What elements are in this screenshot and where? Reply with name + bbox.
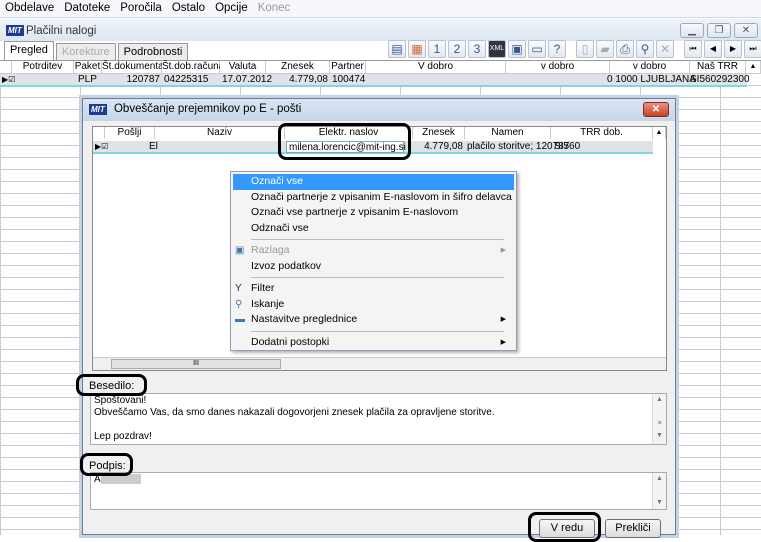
- col-valuta[interactable]: Valuta: [220, 61, 266, 73]
- view-1-button[interactable]: 1: [428, 40, 446, 58]
- filter-icon: Y: [235, 283, 242, 294]
- report-icon[interactable]: ▦: [408, 40, 426, 58]
- context-menu: Označi vse Označi partnerje z vpisanim E…: [230, 171, 517, 351]
- tab-pregled[interactable]: Pregled: [4, 41, 54, 60]
- send-checkbox[interactable]: ▶☑: [95, 141, 108, 153]
- horizontal-scrollbar[interactable]: III: [93, 357, 666, 370]
- col-st-dob-racuna[interactable]: Št.dob.računa: [162, 61, 224, 73]
- menu-item-oznaci-vse[interactable]: Označi vse: [233, 174, 514, 190]
- toolbar: ▤ ▦ 1 2 3 XML ▣ ▭ ? ▯ ▰ ⎙ ⚲ ✕ ⏮ ◀ ▶ ⏭ ⇥: [388, 40, 761, 59]
- row-pointer-icon: ▶☑: [2, 75, 16, 84]
- tab-bar: Pregled Korekture Podrobnosti: [0, 41, 190, 60]
- menu-item-oznaci-vse-partnerje[interactable]: Označi vse partnerje z vpisanim E-naslov…: [233, 205, 514, 221]
- restore-button[interactable]: ❐: [707, 23, 731, 38]
- next-record-icon[interactable]: ▶: [724, 40, 742, 58]
- col-paket[interactable]: Paket: [74, 61, 102, 73]
- col-namen[interactable]: Namen: [465, 127, 551, 139]
- scroll-up-icon[interactable]: ▲: [653, 127, 666, 139]
- submenu-arrow-icon: ▶: [500, 338, 506, 346]
- menu-item-dodatni-postopki[interactable]: Dodatni postopki ▶: [233, 335, 514, 351]
- col-naziv[interactable]: Naziv: [155, 127, 285, 139]
- col-poslji[interactable]: Pošlji: [105, 127, 155, 139]
- dialog-logo: MIT: [89, 104, 107, 115]
- scroll-up-icon[interactable]: ▲: [746, 61, 761, 73]
- highlight-annotation: [278, 123, 411, 160]
- menu-separator: [251, 277, 504, 278]
- menu-opcije[interactable]: Opcije: [210, 0, 253, 17]
- new-icon[interactable]: ▯: [576, 40, 594, 58]
- highlight-annotation: [76, 374, 147, 396]
- delete-icon[interactable]: ✕: [656, 40, 674, 58]
- close-button[interactable]: ✕: [734, 23, 758, 38]
- last-record-icon[interactable]: ⏭: [744, 40, 761, 58]
- menu-item-izvoz[interactable]: Izvoz podatkov: [233, 259, 514, 275]
- message-line: Spoštovani!: [94, 395, 147, 406]
- dialog-title: Obveščanje prejemnikov po E - pošti: [113, 103, 302, 115]
- menu-datoteke[interactable]: Datoteke: [59, 0, 115, 17]
- menu-item-iskanje[interactable]: ⚲ Iskanje: [233, 297, 514, 313]
- cancel-button[interactable]: Prekliči: [605, 519, 661, 538]
- menu-obdelave[interactable]: Obdelave: [0, 0, 59, 17]
- menu-separator: [251, 330, 504, 332]
- submenu-arrow-icon: ▶: [500, 316, 506, 323]
- col-znesek[interactable]: Znesek: [413, 127, 465, 139]
- xml-icon[interactable]: XML: [488, 40, 506, 58]
- app-logo: MIT: [6, 25, 24, 36]
- menu-item-oznaci-partnerje-sifra[interactable]: Označi partnerje z vpisanim E-naslovom i…: [233, 190, 514, 206]
- search-icon[interactable]: ⚲: [636, 40, 654, 58]
- menu-konec[interactable]: Konec: [253, 0, 296, 17]
- menu-item-odznaci-vse[interactable]: Odznači vse: [233, 221, 514, 237]
- dialog-titlebar: MIT Obveščanje prejemnikov po E - pošti …: [83, 99, 675, 121]
- tab-korekture[interactable]: Korekture: [55, 43, 116, 60]
- view-3-button[interactable]: 3: [468, 40, 486, 58]
- print-icon[interactable]: ▤: [388, 40, 406, 58]
- menu-item-nastavitve[interactable]: ▬ Nastavitve preglednice ▶: [233, 312, 514, 328]
- table-row[interactable]: ▶☑ PLP 120787 04225315 17.07.2012 4.779,…: [0, 74, 750, 87]
- view-2-button[interactable]: 2: [448, 40, 466, 58]
- explain-icon: ▣: [235, 245, 245, 256]
- col-nas-trr[interactable]: Naš TRR: [690, 61, 746, 73]
- signature-scrollbar[interactable]: ▲ ▼: [652, 473, 666, 509]
- message-line: Lep pozdrav!: [94, 431, 152, 442]
- col-v-dobro-1[interactable]: V dobro: [366, 61, 506, 73]
- menu-bar: Obdelave Datoteke Poročila Ostalo Opcije…: [0, 0, 761, 18]
- col-v-dobro-2[interactable]: v dobro: [506, 61, 610, 73]
- signature-textarea[interactable]: A ▲ ▼: [90, 472, 667, 510]
- help-icon[interactable]: ?: [548, 40, 566, 58]
- highlight-annotation: [80, 453, 133, 476]
- col-v-dobro-3[interactable]: v dobro: [610, 61, 690, 73]
- prev-record-icon[interactable]: ◀: [704, 40, 722, 58]
- col-znesek[interactable]: Znesek: [266, 61, 330, 73]
- minimize-button[interactable]: ▁: [680, 23, 704, 38]
- menu-item-filter[interactable]: Y Filter: [233, 281, 514, 297]
- highlight-annotation: [528, 512, 601, 542]
- menu-porocila[interactable]: Poročila: [115, 0, 167, 17]
- menu-item-razlaga[interactable]: ▣ Razlaga ▶: [233, 243, 514, 259]
- window-title: Plačilni nalogi: [26, 25, 97, 37]
- settings-icon: ▬: [235, 314, 245, 325]
- screen-icon[interactable]: ▭: [528, 40, 546, 58]
- search-icon: ⚲: [235, 298, 243, 310]
- menu-ostalo[interactable]: Ostalo: [167, 0, 210, 17]
- first-record-icon[interactable]: ⏮: [684, 40, 702, 58]
- message-line: Obveščamo Vas, da smo danes nakazali dog…: [94, 407, 495, 418]
- menu-separator: [251, 239, 504, 240]
- message-textarea[interactable]: Spoštovani! Obveščamo Vas, da smo danes …: [90, 393, 667, 445]
- window-titlebar: MIT Plačilni nalogi ▁ ❐ ✕: [0, 19, 761, 41]
- col-partner[interactable]: Partner: [330, 61, 366, 73]
- col-potrditev[interactable]: Potrditev: [12, 61, 74, 73]
- submenu-arrow-icon: ▶: [500, 247, 506, 254]
- scroll-thumb[interactable]: III: [111, 359, 281, 369]
- tab-podrobnosti[interactable]: Podrobnosti: [117, 43, 189, 60]
- calendar-icon[interactable]: ▣: [508, 40, 526, 58]
- open-folder-icon[interactable]: ▰: [596, 40, 614, 58]
- col-st-dokumenta[interactable]: Št.dokumenta: [102, 61, 164, 73]
- message-scrollbar[interactable]: ▲ ≡ ▼: [652, 394, 666, 444]
- printer-icon[interactable]: ⎙: [616, 40, 634, 58]
- dialog-close-button[interactable]: ✕: [643, 102, 669, 117]
- col-trr-dob[interactable]: TRR dob.: [551, 127, 653, 139]
